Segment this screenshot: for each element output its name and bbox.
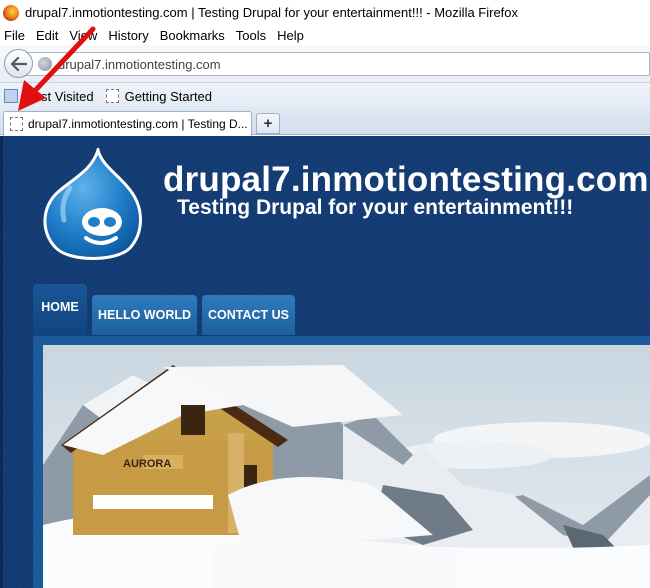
hero-image: AURORA (43, 345, 650, 588)
tab-active[interactable]: drupal7.inmotiontesting.com | Testing D.… (3, 111, 252, 136)
page-content: drupal7.inmotiontesting.com Testing Drup… (0, 136, 650, 588)
tab-label: drupal7.inmotiontesting.com | Testing D.… (28, 117, 248, 131)
navigation-toolbar: drupal7.inmotiontesting.com (0, 45, 650, 83)
url-text: drupal7.inmotiontesting.com (58, 56, 221, 72)
bookmarks-menu-icon[interactable] (4, 89, 18, 103)
nav-hello-world[interactable]: HELLO WORLD (92, 295, 197, 335)
nav-contact-us-label: CONTACT US (207, 308, 289, 322)
menu-history[interactable]: History (108, 28, 148, 43)
window-title: drupal7.inmotiontesting.com | Testing Dr… (25, 5, 519, 20)
bookmark-most-visited-label: Most Visited (23, 88, 94, 104)
hero-sign-text: AURORA (123, 458, 171, 470)
menu-tools[interactable]: Tools (236, 28, 266, 43)
window-titlebar: drupal7.inmotiontesting.com | Testing Dr… (0, 0, 650, 25)
nav-home[interactable]: HOME (33, 284, 87, 336)
site-slogan: Testing Drupal for your entertainment!!! (177, 196, 574, 219)
nav-home-label: HOME (41, 300, 79, 314)
menu-bookmarks[interactable]: Bookmarks (160, 28, 225, 43)
firefox-logo-icon (3, 4, 19, 21)
menu-edit[interactable]: Edit (36, 28, 58, 43)
drupal-drop-logo-icon[interactable] (40, 148, 145, 263)
bookmarks-toolbar: Most Visited Getting Started (0, 83, 650, 109)
bookmark-getting-started-label: Getting Started (124, 88, 213, 104)
back-arrow-icon (10, 56, 27, 71)
bookmark-most-visited[interactable]: Most Visited (23, 89, 94, 104)
menu-help[interactable]: Help (277, 28, 304, 43)
nav-contact-us[interactable]: CONTACT US (202, 295, 295, 335)
site-name[interactable]: drupal7.inmotiontesting.com (163, 160, 649, 200)
menu-bar: File Edit View History Bookmarks Tools H… (0, 25, 650, 45)
tab-strip: drupal7.inmotiontesting.com | Testing D.… (0, 109, 650, 136)
new-tab-button[interactable]: + (256, 113, 280, 134)
back-button[interactable] (4, 49, 33, 78)
tab-favicon-icon (10, 117, 23, 131)
page-left-edge (0, 136, 3, 588)
url-bar[interactable]: drupal7.inmotiontesting.com (24, 52, 650, 76)
bookmark-getting-started[interactable]: Getting Started (105, 88, 213, 104)
menu-file[interactable]: File (4, 28, 25, 43)
menu-view[interactable]: View (69, 28, 97, 43)
site-identity-icon[interactable] (38, 57, 52, 71)
page-icon (105, 89, 119, 103)
nav-hello-world-label: HELLO WORLD (97, 308, 192, 322)
